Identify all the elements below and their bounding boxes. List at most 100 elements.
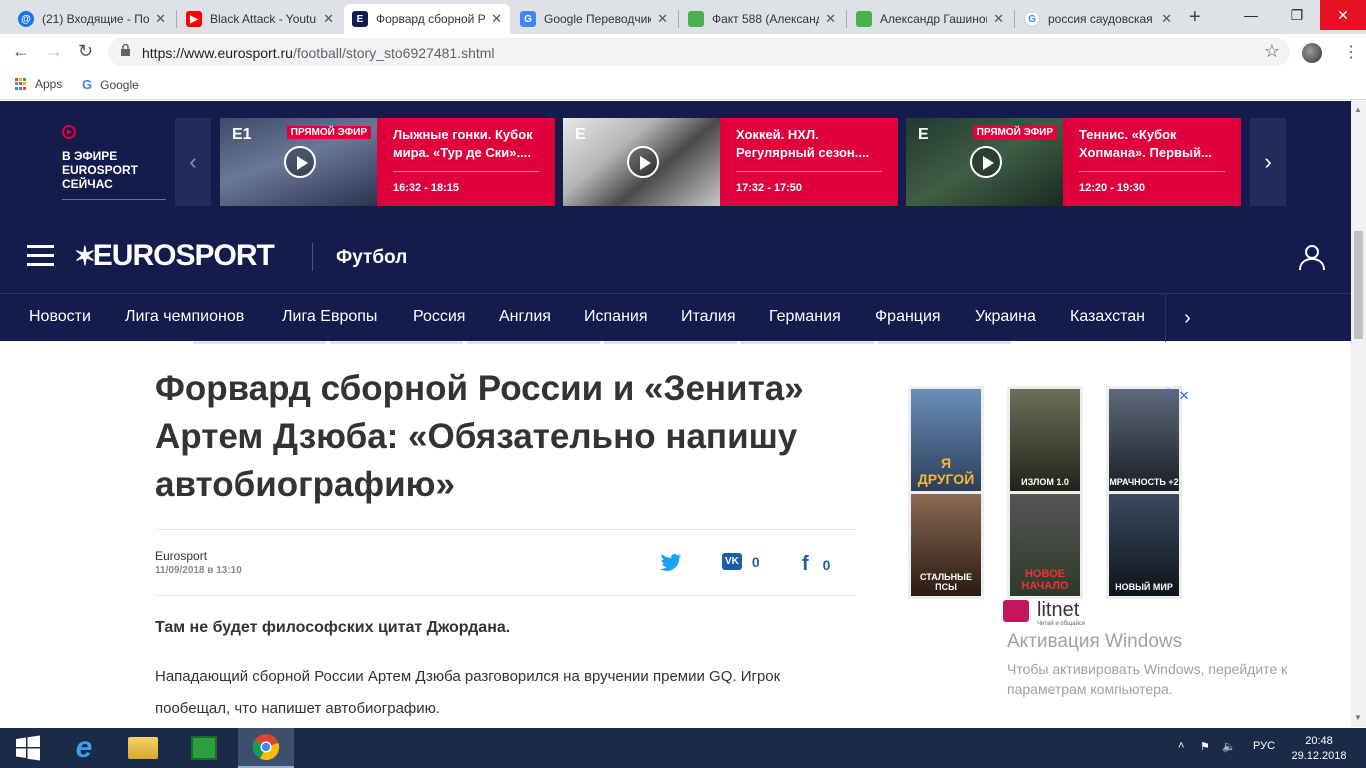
close-tab-icon[interactable]: ✕	[657, 11, 668, 27]
book-cover[interactable]: НОВЫЙ МИР	[1109, 494, 1179, 596]
live-card[interactable]: E1 ПРЯМОЙ ЭФИР Лыжные гонки. Кубок мира.…	[220, 118, 555, 206]
close-tab-icon[interactable]: ✕	[323, 11, 334, 27]
tray-expand-icon[interactable]: ˄	[1178, 740, 1184, 752]
scroll-thumb[interactable]	[1354, 231, 1363, 339]
vk-share-count: 0	[751, 553, 760, 570]
scroll-up-arrow[interactable]: ▲	[1354, 105, 1362, 114]
close-window-button[interactable]: ✕	[1320, 0, 1366, 30]
facebook-share-count: 0	[822, 556, 831, 573]
close-tab-icon[interactable]: ✕	[1161, 11, 1172, 27]
live-label: В ЭФИРЕ EUROSPORT СЕЙЧАС	[62, 125, 166, 200]
article-author[interactable]: Eurosport	[155, 549, 207, 563]
minimize-button[interactable]: —	[1228, 0, 1274, 30]
reload-button[interactable]: ↻	[78, 41, 93, 62]
carousel-next-button[interactable]: ›	[1250, 118, 1286, 206]
tab-eurosport[interactable]: E Форвард сборной России ✕	[344, 4, 510, 34]
bookmark-star-icon[interactable]: ☆	[1264, 41, 1280, 62]
card-title: Теннис. «Кубок Хопмана». Первый...	[1079, 127, 1212, 160]
taskbar-clock[interactable]: 20:48 29.12.2018	[1288, 734, 1350, 764]
address-bar[interactable]: https://www.eurosport.ru/football/story_…	[108, 38, 1290, 66]
card-info: Лыжные гонки. Кубок мира. «Тур де Ски»..…	[377, 118, 555, 206]
card-info: Теннис. «Кубок Хопмана». Первый... 12:20…	[1063, 118, 1241, 206]
bookmark-apps[interactable]: Apps	[15, 77, 62, 91]
restore-button[interactable]: ❐	[1274, 0, 1320, 30]
vk-share-button[interactable]: VK 0	[722, 553, 760, 570]
sheets-icon	[856, 11, 872, 27]
tab-translate[interactable]: G Google Переводчик ✕	[512, 4, 676, 34]
card-time: 12:20 - 19:30	[1079, 182, 1146, 194]
nav-item-germany[interactable]: Германия	[769, 308, 841, 326]
nav-item-ukraine[interactable]: Украина	[975, 308, 1036, 326]
facebook-share-button[interactable]: f 0	[802, 553, 830, 576]
eurosport-logo[interactable]: ✶EUROSPORT	[74, 239, 275, 273]
page-scrollbar[interactable]: ▲ ▼	[1351, 101, 1366, 727]
tab-fact[interactable]: Факт 588 (Александр) ✕	[680, 4, 844, 34]
close-tab-icon[interactable]: ✕	[155, 11, 166, 27]
chrome-menu-icon[interactable]: ⋮	[1343, 42, 1359, 62]
nav-more-arrow[interactable]: ›	[1165, 294, 1209, 342]
book-cover[interactable]: НОВОЕ НАЧАЛО	[1010, 494, 1080, 596]
litnet-logo[interactable]: litnet Читай и общайся	[1003, 599, 1085, 627]
book-cover[interactable]: СТАЛЬНЫЕ ПСЫ	[911, 494, 981, 596]
language-indicator[interactable]: РУС	[1253, 740, 1275, 752]
nav-item-england[interactable]: Англия	[499, 308, 551, 326]
flag-icon[interactable]: ⚑	[1200, 740, 1210, 753]
tab-google-search[interactable]: G россия саудовская ✕	[1016, 4, 1180, 34]
nav-item-russia[interactable]: Россия	[413, 308, 465, 326]
play-icon[interactable]	[970, 146, 1002, 178]
volume-icon[interactable]: 🔈	[1222, 740, 1236, 753]
nav-item-italy[interactable]: Италия	[681, 308, 735, 326]
tab-youtube[interactable]: ▶ Black Attack - Youtube ✕	[178, 4, 342, 34]
tab-mail[interactable]: @ (21) Входящие - Почта ✕	[10, 4, 174, 34]
nav-item-europa-league[interactable]: Лига Европы	[282, 308, 377, 326]
nav-item-spain[interactable]: Испания	[584, 308, 648, 326]
nav-item-champions-league[interactable]: Лига чемпионов	[125, 308, 244, 326]
start-button[interactable]	[0, 728, 56, 768]
book-cover[interactable]: Я ДРУГОЙ	[911, 389, 981, 491]
article-headline: Форвард сборной России и «Зенита» Артем …	[155, 369, 804, 504]
bookmarks-bar: Apps G Google	[0, 70, 1366, 100]
close-tab-icon[interactable]: ✕	[993, 11, 1004, 27]
store-taskbar-button[interactable]	[176, 728, 232, 768]
twitter-share-button[interactable]	[660, 553, 682, 571]
live-card[interactable]: E Хоккей. НХЛ. Регулярный сезон.... 17:3…	[563, 118, 898, 206]
scroll-down-arrow[interactable]: ▼	[1354, 713, 1362, 722]
card-title: Хоккей. НХЛ. Регулярный сезон....	[736, 127, 870, 160]
book-cover[interactable]: МРАЧНОСТЬ +2	[1109, 389, 1179, 491]
channel-logo: E	[575, 126, 586, 143]
bookmark-google[interactable]: G Google	[82, 77, 139, 92]
youtube-icon: ▶	[186, 11, 202, 27]
nav-item-kazakhstan[interactable]: Казахстан	[1070, 308, 1145, 326]
explorer-taskbar-button[interactable]	[115, 728, 171, 768]
hamburger-menu-icon[interactable]	[27, 245, 54, 267]
forward-button[interactable]: →	[45, 41, 63, 62]
nav-item-news[interactable]: Новости	[29, 308, 91, 326]
book-cover[interactable]: ИЗЛОМ 1.0	[1010, 389, 1080, 491]
ie-taskbar-button[interactable]: e	[56, 728, 112, 768]
site-header: ✶EUROSPORT Футбол	[0, 221, 1351, 293]
close-tab-icon[interactable]: ✕	[491, 11, 502, 27]
user-account-icon[interactable]	[1298, 243, 1326, 271]
back-button[interactable]: ←	[12, 41, 30, 62]
card-title: Лыжные гонки. Кубок мира. «Тур де Ски»..…	[393, 127, 533, 160]
folder-icon	[128, 737, 158, 759]
card-time: 17:32 - 17:50	[736, 182, 803, 194]
browser-toolbar: ← → ↻ https://www.eurosport.ru/football/…	[0, 34, 1366, 70]
tab-gashinov[interactable]: Александр Гашинов ✕	[848, 4, 1012, 34]
tab-strip: @ (21) Входящие - Почта ✕ ▶ Black Attack…	[0, 0, 1366, 34]
chrome-taskbar-button[interactable]	[238, 728, 294, 768]
facebook-icon: f	[802, 553, 809, 575]
profile-avatar[interactable]	[1302, 43, 1322, 63]
adchoices-icon[interactable]: ⓘ ✕	[1162, 385, 1190, 404]
litnet-ad[interactable]: Я ДРУГОЙ ИЗЛОМ 1.0 МРАЧНОСТЬ +2 СТАЛЬНЫЕ…	[896, 385, 1196, 625]
card-thumbnail: E	[563, 118, 720, 206]
play-icon[interactable]	[627, 146, 659, 178]
close-tab-icon[interactable]: ✕	[825, 11, 836, 27]
carousel-prev-button[interactable]: ‹	[175, 118, 211, 206]
live-card[interactable]: E ПРЯМОЙ ЭФИР Теннис. «Кубок Хопмана». П…	[906, 118, 1241, 206]
play-icon[interactable]	[284, 146, 316, 178]
nav-item-france[interactable]: Франция	[875, 308, 941, 326]
card-info: Хоккей. НХЛ. Регулярный сезон.... 17:32 …	[720, 118, 898, 206]
section-title[interactable]: Футбол	[336, 247, 407, 269]
new-tab-button[interactable]: +	[1189, 6, 1201, 29]
